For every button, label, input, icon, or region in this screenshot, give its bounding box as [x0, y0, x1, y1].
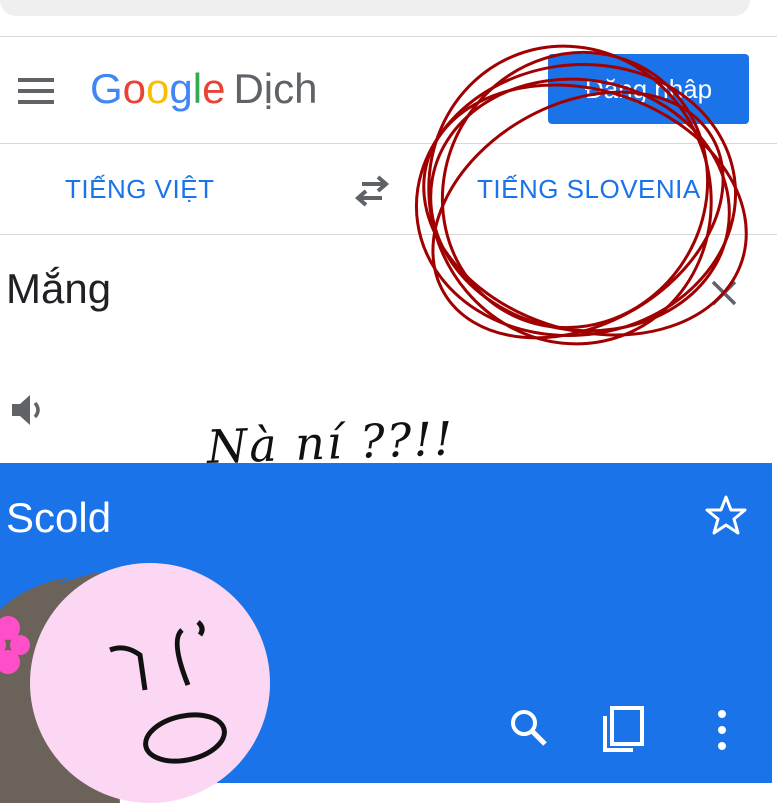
close-icon[interactable] — [707, 276, 741, 310]
source-language-button[interactable]: TIẾNG VIỆT — [65, 174, 214, 205]
more-vert-icon[interactable] — [710, 708, 734, 752]
translation-result-panel — [0, 463, 772, 783]
source-text-input[interactable]: Mắng — [6, 265, 111, 313]
logo-letter: G — [90, 65, 123, 112]
search-icon[interactable] — [508, 707, 550, 749]
logo-letter: g — [169, 65, 193, 112]
hamburger-menu-icon[interactable] — [18, 78, 54, 104]
logo-letter: o — [122, 65, 147, 112]
logo-letter: o — [146, 65, 170, 112]
logo-suffix: Dịch — [233, 65, 318, 112]
logo-letter: l — [192, 65, 203, 112]
signin-button[interactable]: Đăng nhập — [548, 54, 749, 124]
google-translate-logo: Google Dịch — [90, 64, 317, 114]
translated-text: Scold — [6, 494, 112, 541]
browser-address-bar — [0, 0, 750, 16]
handwritten-caption: Nà ní ??!! — [206, 411, 456, 474]
speaker-icon[interactable] — [8, 390, 48, 430]
copy-icon[interactable] — [600, 704, 646, 754]
star-outline-icon[interactable] — [705, 494, 747, 536]
swap-arrows-icon[interactable] — [352, 174, 392, 208]
logo-letter: e — [202, 65, 226, 112]
target-language-button[interactable]: TIẾNG SLOVENIA — [477, 174, 701, 205]
signin-label: Đăng nhập — [584, 73, 713, 104]
